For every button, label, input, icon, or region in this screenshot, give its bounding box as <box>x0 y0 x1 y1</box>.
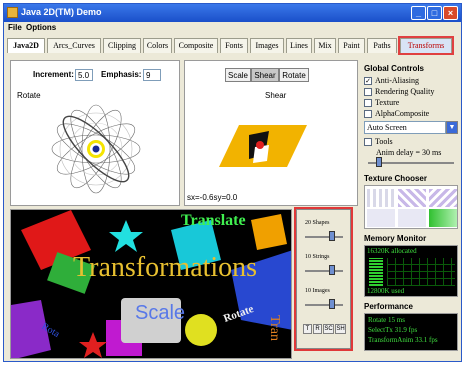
title-bar: Java 2D(TM) Demo _ □ × <box>4 4 461 22</box>
menu-file[interactable]: File <box>8 23 22 32</box>
tab-composite[interactable]: Composite <box>174 38 218 53</box>
maximize-button[interactable]: □ <box>427 6 442 20</box>
memory-history-grid <box>387 258 455 286</box>
anti-aliasing-checkbox[interactable]: ✓ <box>364 77 372 85</box>
perf-line: SelectTx 31.9 fps <box>368 326 418 334</box>
texture-swatch[interactable] <box>398 209 426 227</box>
transform-canvas: Transformations Translate Scale Rotate R… <box>10 209 292 359</box>
menu-bar: File Options <box>4 22 461 34</box>
increment-input[interactable]: 5.0 <box>75 69 93 81</box>
tab-mix[interactable]: Mix <box>314 38 336 53</box>
window-title: Java 2D(TM) Demo <box>21 7 102 17</box>
emphasis-label: Emphasis: <box>101 70 142 79</box>
close-button[interactable]: × <box>443 6 458 20</box>
texture-label: Texture <box>375 98 400 107</box>
tab-clipping[interactable]: Clipping <box>103 38 141 53</box>
texture-swatch[interactable] <box>367 209 395 227</box>
sheared-duke-image <box>219 125 307 167</box>
tab-paint[interactable]: Paint <box>338 38 365 53</box>
rendering-quality-label: Rendering Quality <box>375 87 435 96</box>
transformations-text: Transformations <box>73 252 258 283</box>
rendering-quality-checkbox[interactable] <box>364 88 372 96</box>
translate-text: Translate <box>181 212 246 229</box>
rotate-ellipses-drawing <box>51 104 141 194</box>
texture-chooser-title: Texture Chooser <box>364 174 427 183</box>
anim-delay-knob[interactable] <box>376 157 382 167</box>
highlight-box <box>294 207 353 351</box>
tab-paths[interactable]: Paths <box>367 38 397 53</box>
tab-colors[interactable]: Colors <box>143 38 172 53</box>
tab-transforms[interactable]: Transforms <box>398 36 454 55</box>
tab-java2d[interactable]: Java2D <box>7 38 45 53</box>
memory-monitor-title: Memory Monitor <box>364 234 427 243</box>
performance-title: Performance <box>364 302 413 311</box>
anim-delay-label: Anim delay = 30 ms <box>376 148 442 157</box>
alpha-composite-checkbox[interactable] <box>364 110 372 118</box>
scale-text: Scale <box>135 302 186 324</box>
menu-options[interactable]: Options <box>26 23 56 32</box>
shear-button[interactable]: Shear <box>251 68 279 82</box>
screen-select[interactable]: Auto Screen <box>364 121 446 134</box>
shear-status: sx=-0.6sy=0.0 <box>187 193 238 202</box>
alpha-composite-label: AlphaComposite <box>375 109 430 118</box>
tab-arcs-curves[interactable]: Arcs_Curves <box>47 38 101 53</box>
minimize-button[interactable]: _ <box>411 6 426 20</box>
global-controls-panel: Global Controls ✓ Anti-Aliasing Renderin… <box>362 62 460 360</box>
tab-images[interactable]: Images <box>250 38 284 53</box>
perf-line: TransformAnim 33.1 fps <box>368 336 438 344</box>
rotate-panel: Increment: 5.0 Emphasis: 9 Rotate <box>10 60 180 206</box>
tran-text: Tran <box>266 315 282 341</box>
rotate-title: Rotate <box>17 91 41 100</box>
anti-aliasing-label: Anti-Aliasing <box>375 76 419 85</box>
app-window: Java 2D(TM) Demo _ □ × File Options Java… <box>3 3 462 362</box>
texture-swatch[interactable] <box>367 189 395 207</box>
shear-panel: Scale Shear Rotate Shear sx=-0.6sy=0.0 <box>184 60 358 206</box>
texture-grid <box>364 185 458 229</box>
scale-button[interactable]: Scale <box>225 68 251 82</box>
memory-bar <box>369 258 383 286</box>
global-controls-title: Global Controls <box>364 64 424 73</box>
screen-select-dropdown-icon[interactable]: ▼ <box>446 121 458 134</box>
performance-panel: Rotate 15 ms SelectTx 31.9 fps Transform… <box>364 313 458 351</box>
texture-swatch[interactable] <box>398 189 426 207</box>
emphasis-input[interactable]: 9 <box>143 69 161 81</box>
tools-label: Tools <box>375 137 393 146</box>
rotate-button[interactable]: Rotate <box>279 68 309 82</box>
memory-used: 12800K used <box>367 287 405 295</box>
tab-lines[interactable]: Lines <box>286 38 312 53</box>
demo-tabs: Java2D Arcs_Curves Clipping Colors Compo… <box>4 36 461 55</box>
memory-monitor-graph: 16320K allocated 12800K used <box>364 245 458 297</box>
tools-checkbox[interactable] <box>364 138 372 146</box>
tab-fonts[interactable]: Fonts <box>220 38 248 53</box>
increment-label: Increment: <box>33 70 74 79</box>
shear-title: Shear <box>265 91 287 100</box>
memory-allocated: 16320K allocated <box>367 247 417 255</box>
java-app-icon <box>7 7 18 18</box>
texture-swatch[interactable] <box>429 189 457 207</box>
texture-swatch[interactable] <box>429 209 457 227</box>
texture-checkbox[interactable] <box>364 99 372 107</box>
perf-line: Rotate 15 ms <box>368 316 405 324</box>
